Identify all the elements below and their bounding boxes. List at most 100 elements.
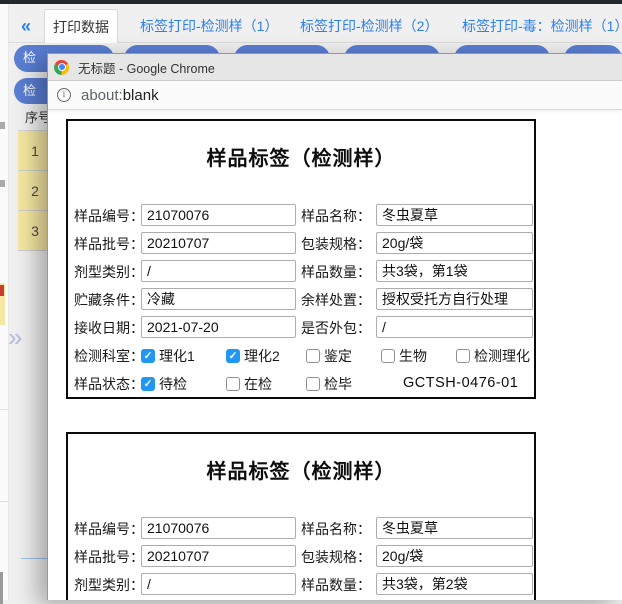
field-input[interactable]: 2021-07-20: [141, 316, 296, 338]
field-label: 检测科室：: [74, 346, 144, 366]
field-input[interactable]: 授权受托方自行处理: [376, 288, 533, 310]
checkbox-unchecked-icon[interactable]: [226, 377, 240, 391]
field-label: 样品数量：: [301, 575, 371, 595]
window-title-bar[interactable]: 无标题 - Google Chrome: [48, 54, 622, 81]
label-card-rows: 样品编号：21070076样品名称：冬虫夏草样品批号：20210707包装规格：…: [68, 516, 534, 600]
tab-label-print-sample-1[interactable]: 标签打印-检测样（1）: [140, 9, 278, 43]
field-label: 样品编号：: [74, 519, 144, 539]
checkbox-option[interactable]: 检测理化: [456, 346, 530, 366]
checkbox-label: 检测理化: [474, 346, 530, 366]
checkbox-label: 在检: [244, 374, 272, 394]
checkbox-checked-icon[interactable]: [141, 377, 155, 391]
divider: [0, 409, 8, 410]
checkbox-label: 鉴定: [324, 346, 352, 366]
status-checkbox-row: 样品状态： 待检 在检 检毕 GCTSH-0476-01: [68, 371, 534, 399]
field-input[interactable]: 20210707: [141, 545, 296, 567]
checkbox-option[interactable]: 待检: [141, 374, 187, 394]
field-input[interactable]: 共3袋，第1袋: [376, 260, 533, 282]
field-label: 样品名称：: [301, 519, 371, 539]
field-input[interactable]: /: [141, 573, 296, 595]
field-row: 剂型类别：/样品数量：共3袋，第1袋: [68, 259, 534, 287]
checkbox-option[interactable]: 检毕: [306, 374, 352, 394]
tab-print-data[interactable]: 打印数据: [44, 9, 118, 43]
checkbox-option[interactable]: 理化1: [141, 346, 195, 366]
checkbox-option[interactable]: 理化2: [226, 346, 280, 366]
field-input[interactable]: 21070076: [141, 517, 296, 539]
department-checkbox-row: 检测科室： 理化1 理化2 鉴定 生物 检测理化: [68, 343, 534, 371]
field-input[interactable]: 20210707: [141, 232, 296, 254]
checkbox-checked-icon[interactable]: [141, 349, 155, 363]
field-input[interactable]: 冷藏: [141, 288, 296, 310]
label-card-title: 样品标签（检测样）: [68, 455, 534, 484]
checkbox-unchecked-icon[interactable]: [306, 377, 320, 391]
label-card-title: 样品标签（检测样）: [68, 142, 534, 171]
field-input[interactable]: 冬虫夏草: [376, 204, 533, 226]
checkbox-unchecked-icon[interactable]: [306, 349, 320, 363]
field-label: 样品批号：: [74, 547, 144, 567]
divider: [0, 501, 8, 502]
expand-panel-icon[interactable]: »: [8, 322, 22, 353]
window-title: 无标题 - Google Chrome: [78, 58, 215, 77]
field-input[interactable]: 21070076: [141, 204, 296, 226]
checkbox-option[interactable]: 鉴定: [306, 346, 352, 366]
clipped-link-underline: [21, 558, 47, 559]
chrome-popup-window: 无标题 - Google Chrome i about:blank 样品标签（检…: [47, 53, 622, 600]
field-label: 包装规格：: [301, 547, 371, 567]
field-label: 样品名称：: [301, 206, 371, 226]
checkbox-label: 待检: [159, 374, 187, 394]
checkbox-label: 生物: [399, 346, 427, 366]
checkbox-option[interactable]: 生物: [381, 346, 427, 366]
field-label: 样品批号：: [74, 234, 144, 254]
url-path: blank: [123, 87, 159, 104]
page-content: 样品标签（检测样） 样品编号：21070076样品名称：冬虫夏草样品批号：202…: [48, 111, 622, 600]
field-row: 样品批号：20210707包装规格：20g/袋: [68, 544, 534, 572]
collapse-tabs-icon[interactable]: «: [21, 16, 31, 37]
field-label: 是否外包：: [301, 318, 371, 338]
field-label: 剂型类别：: [74, 262, 144, 282]
screen: « 打印数据 标签打印-检测样（1） 标签打印-检测样（2） 标签打印-毒：检测…: [0, 0, 622, 600]
checkbox-unchecked-icon[interactable]: [381, 349, 395, 363]
field-label: 贮藏条件：: [74, 290, 144, 310]
field-input[interactable]: 共3袋，第2袋: [376, 573, 533, 595]
checkbox-label: 检毕: [324, 374, 352, 394]
url-text: about:blank: [81, 87, 159, 104]
checkbox-unchecked-icon[interactable]: [456, 349, 470, 363]
field-label: 样品编号：: [74, 206, 144, 226]
module-tab-bar: « 打印数据 标签打印-检测样（1） 标签打印-检测样（2） 标签打印-毒：检测…: [9, 4, 622, 43]
field-input[interactable]: 20g/袋: [376, 232, 533, 254]
checkbox-label: 理化2: [244, 346, 280, 366]
tab-label-print-toxic-sample-1[interactable]: 标签打印-毒：检测样（1）: [462, 9, 622, 43]
sample-label-card: 样品标签（检测样） 样品编号：21070076样品名称：冬虫夏草样品批号：202…: [66, 432, 536, 600]
checkbox-option[interactable]: 在检: [226, 374, 272, 394]
field-input[interactable]: /: [141, 260, 296, 282]
field-input[interactable]: 20g/袋: [376, 545, 533, 567]
clipped-element-artifact: [0, 572, 3, 604]
clipped-text-artifact: [0, 180, 5, 187]
field-row: 样品批号：20210707包装规格：20g/袋: [68, 231, 534, 259]
label-card-rows: 样品编号：21070076样品名称：冬虫夏草样品批号：20210707包装规格：…: [68, 203, 534, 399]
clipped-red-text-artifact: [0, 285, 4, 296]
sample-code: GCTSH-0476-01: [403, 375, 518, 391]
field-label: 接收日期：: [74, 318, 144, 338]
tab-label-print-sample-2[interactable]: 标签打印-检测样（2）: [300, 9, 438, 43]
checkbox-checked-icon[interactable]: [226, 349, 240, 363]
field-label: 包装规格：: [301, 234, 371, 254]
chrome-logo-icon: [54, 60, 69, 75]
field-input[interactable]: /: [376, 316, 533, 338]
checkbox-label: 理化1: [159, 346, 195, 366]
sample-label-card: 样品标签（检测样） 样品编号：21070076样品名称：冬虫夏草样品批号：202…: [66, 119, 536, 399]
field-label: 剂型类别：: [74, 575, 144, 595]
field-row: 样品编号：21070076样品名称：冬虫夏草: [68, 516, 534, 544]
field-row: 贮藏条件：冷藏余样处置：授权受托方自行处理: [68, 287, 534, 315]
field-input[interactable]: 冬虫夏草: [376, 517, 533, 539]
field-row: 样品编号：21070076样品名称：冬虫夏草: [68, 203, 534, 231]
field-row: 接收日期：2021-07-20是否外包：/: [68, 315, 534, 343]
url-scheme: about:: [81, 87, 123, 104]
field-label: 样品状态：: [74, 374, 144, 394]
field-label: 余样处置：: [301, 290, 371, 310]
field-label: 样品数量：: [301, 262, 371, 282]
field-row: 剂型类别：/样品数量：共3袋，第2袋: [68, 572, 534, 600]
page-info-icon[interactable]: i: [57, 88, 71, 102]
clipped-text-artifact: [0, 122, 5, 129]
address-bar: i about:blank: [48, 81, 622, 110]
